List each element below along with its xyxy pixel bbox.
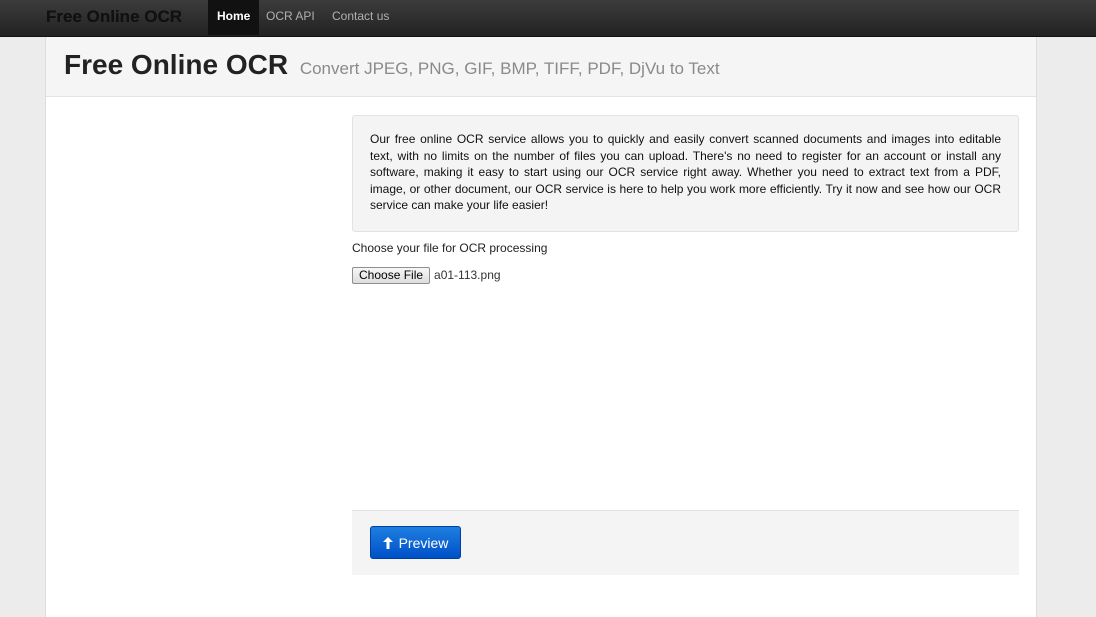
top-navbar: Free Online OCR Home OCR API Contact us: [0, 0, 1096, 37]
intro-description: Our free online OCR service allows you t…: [352, 115, 1019, 232]
page-title: Free Online OCR Convert JPEG, PNG, GIF, …: [64, 49, 720, 81]
nav-item-label: Home: [217, 9, 251, 23]
choose-file-button[interactable]: Choose File: [352, 266, 431, 284]
nav-item-label: OCR API: [266, 9, 315, 23]
preview-button[interactable]: Preview: [370, 526, 461, 559]
preview-button-label: Preview: [398, 534, 449, 551]
nav-item-ocr-api[interactable]: OCR API: [257, 0, 324, 35]
page-container: Free Online OCR Convert JPEG, PNG, GIF, …: [45, 37, 1037, 617]
form-actions: Preview: [352, 510, 1019, 575]
nav-item-label: Contact us: [332, 9, 390, 23]
nav-item-contact-us[interactable]: Contact us: [323, 0, 398, 35]
arrow-up-icon: [382, 536, 393, 549]
navbar-brand[interactable]: Free Online OCR: [46, 7, 182, 27]
upload-label: Choose your file for OCR processing: [352, 241, 548, 255]
page-subtitle: Convert JPEG, PNG, GIF, BMP, TIFF, PDF, …: [299, 59, 720, 78]
navbar-brand-label: Free Online OCR: [46, 7, 183, 26]
nav-item-home[interactable]: Home: [208, 0, 260, 35]
file-input: Choose File a01-113.png: [352, 266, 501, 284]
page-title-text: Free Online OCR: [64, 49, 289, 80]
page-header: Free Online OCR Convert JPEG, PNG, GIF, …: [46, 37, 1036, 97]
selected-file-name: a01-113.png: [434, 268, 501, 282]
